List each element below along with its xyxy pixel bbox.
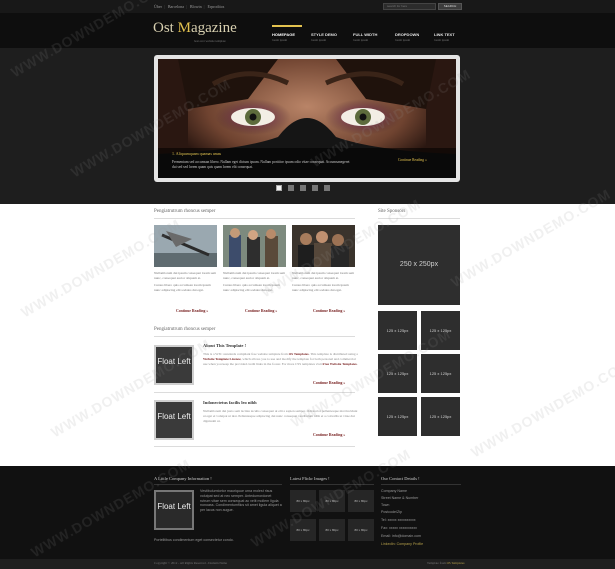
float-left-placeholder: Float Left — [154, 400, 194, 440]
post-title[interactable]: Indonectetus facilis leo nibh — [203, 400, 257, 405]
contact-company: Company Name — [381, 489, 407, 493]
slider-dot[interactable] — [276, 185, 282, 191]
flickr-image[interactable]: 80 x 80px — [290, 490, 316, 512]
contact-tel: Tel: xxxxx xxxxxxxxxx — [381, 518, 416, 522]
article-excerpt: Nullamlorum dui ipsum consequat lorem se… — [223, 271, 286, 292]
slider-dot[interactable] — [312, 185, 318, 191]
site-logo[interactable]: Ost Magazine — [153, 20, 237, 37]
slider-dot[interactable] — [288, 185, 294, 191]
template-credit: Template from OS Templates — [427, 561, 465, 565]
continue-reading-link[interactable]: Continue Reading » — [313, 309, 345, 313]
footer-divider — [290, 484, 374, 485]
section-divider — [154, 218, 355, 219]
watermark-text: WWW.DOWNDEMO.COM — [468, 355, 615, 461]
top-link[interactable]: Über — [154, 4, 162, 9]
top-link[interactable]: Erproditos — [207, 4, 224, 9]
footer-column-title: A Little Company Information ! — [154, 476, 212, 481]
credit-link[interactable]: OS Templates — [447, 561, 465, 565]
contact-postcode: Postcode/Zip — [381, 510, 402, 514]
contact-town: Town — [381, 503, 390, 507]
slide-excerpt: Fermentum sed accumsan libero. Nullam eg… — [172, 160, 350, 169]
nav-item-full-width[interactable]: FULL WIDTH lorem ipsum — [353, 32, 377, 42]
search-input[interactable]: search for here — [383, 3, 436, 10]
flickr-image[interactable]: 80 x 80px — [348, 490, 374, 512]
post-divider — [154, 392, 355, 393]
footer-column-title: Our Contact Details ! — [381, 476, 420, 481]
section-divider — [154, 336, 355, 337]
sponsor-ad-large[interactable]: 250 x 250px — [378, 225, 460, 305]
slider-dot[interactable] — [300, 185, 306, 191]
article-thumbnail[interactable] — [292, 225, 355, 267]
flickr-image[interactable]: 80 x 80px — [319, 490, 345, 512]
top-link[interactable]: Blowin — [190, 4, 202, 9]
sidebar-divider — [378, 218, 460, 219]
continue-reading-link[interactable]: Continue Reading » — [176, 309, 208, 313]
float-left-placeholder: Float Left — [154, 490, 194, 530]
article-excerpt: Nullamlorum dui ipsum consequat lorem se… — [292, 271, 355, 292]
thumbnail-image — [292, 225, 355, 267]
float-left-placeholder: Float Left — [154, 345, 194, 385]
sponsor-ad-small[interactable]: 125 x 125px — [421, 397, 460, 436]
post-excerpt: This is a W3C standards compliant free w… — [203, 352, 358, 366]
contact-email[interactable]: Email: info@domain.com — [381, 534, 421, 538]
article-thumbnail[interactable] — [223, 225, 286, 267]
slide-title[interactable]: 1. Aliquamquam quamas amas — [172, 151, 221, 156]
top-links: Über | Barcelona | Blowin | Erproditos — [154, 4, 225, 9]
article-thumbnail[interactable] — [154, 225, 217, 267]
contact-street: Street Name & Number — [381, 496, 419, 500]
contact-fax: Fax: xxxxx xxxxxxxxxx — [381, 526, 417, 530]
post-excerpt: Nullamlorem dui justo sem lacinia iaculi… — [203, 409, 358, 423]
nav-item-dropdown[interactable]: DROPDOWN lorem ipsum — [395, 32, 419, 42]
top-link[interactable]: Barcelona — [168, 4, 184, 9]
sponsor-ad-small[interactable]: 125 x 125px — [378, 397, 417, 436]
sponsor-ad-small[interactable]: 125 x 125px — [378, 311, 417, 350]
footer-column-title: Latest Flickr Images ! — [290, 476, 330, 481]
sidebar-title: Site Sponsors — [378, 209, 406, 214]
sponsor-ad-small[interactable]: 125 x 125px — [378, 354, 417, 393]
top-bar: Über | Barcelona | Blowin | Erproditos sear… — [0, 0, 615, 13]
continue-reading-link[interactable]: Continue Reading » — [313, 381, 345, 385]
nav-item-style-demo[interactable]: STYLE DEMO lorem ipsum — [311, 32, 337, 42]
flickr-image[interactable]: 80 x 80px — [319, 519, 345, 541]
sponsor-ad-small[interactable]: 125 x 125px — [421, 354, 460, 393]
post-title[interactable]: About This Template ! — [203, 343, 246, 348]
thumbnail-image — [223, 225, 286, 267]
nav-active-indicator — [272, 25, 302, 27]
copyright-text: Copyright © 2012 - All Rights Reserved -… — [154, 561, 227, 565]
text-link[interactable]: Free Website Templates — [323, 362, 357, 366]
slider-dot[interactable] — [324, 185, 330, 191]
header: Ost Magazine best ever website template … — [0, 13, 615, 48]
footer-bottom-bar — [0, 559, 615, 569]
section-title: Pengiatrutrum rhoncus semper — [154, 209, 216, 214]
footer-divider — [154, 484, 282, 485]
nav-item-homepage[interactable]: HOMEPAGE lorem ipsum — [272, 32, 295, 42]
section-title: Pengiatrutrum rhoncus semper — [154, 327, 216, 332]
continue-reading-link[interactable]: Continue Reading » — [245, 309, 277, 313]
article-excerpt: Nullamlorum dui ipsum consequat lorem se… — [154, 271, 217, 292]
continue-reading-link[interactable]: Continue Reading » — [313, 433, 345, 437]
footer-divider — [381, 484, 461, 485]
text-link[interactable]: Website Template Licence — [203, 357, 241, 361]
contact-linkedin[interactable]: LinkedIn: Company Profile — [381, 542, 423, 546]
footer-company-info: Vestibulumtortor mauriquue urna molest r… — [200, 489, 282, 513]
site-tagline: best ever website template — [194, 39, 226, 43]
post-divider — [154, 446, 355, 447]
featured-slider-image[interactable]: 1. Aliquamquam quamas amas Fermentum sed… — [158, 59, 456, 178]
text-link[interactable]: OS Templates — [289, 352, 309, 356]
thumbnail-image — [154, 225, 217, 267]
search-button[interactable]: SEARCH — [438, 3, 462, 10]
flickr-image[interactable]: 80 x 80px — [348, 519, 374, 541]
nav-item-link-text[interactable]: LINK TEXT lorem ipsum — [434, 32, 455, 42]
footer-company-info-extra: Portelltibus condimentum eget consectetu… — [154, 538, 234, 542]
slide-continue-reading-link[interactable]: Continue Reading » — [398, 158, 427, 162]
sponsor-ad-small[interactable]: 125 x 125px — [421, 311, 460, 350]
flickr-image[interactable]: 80 x 80px — [290, 519, 316, 541]
